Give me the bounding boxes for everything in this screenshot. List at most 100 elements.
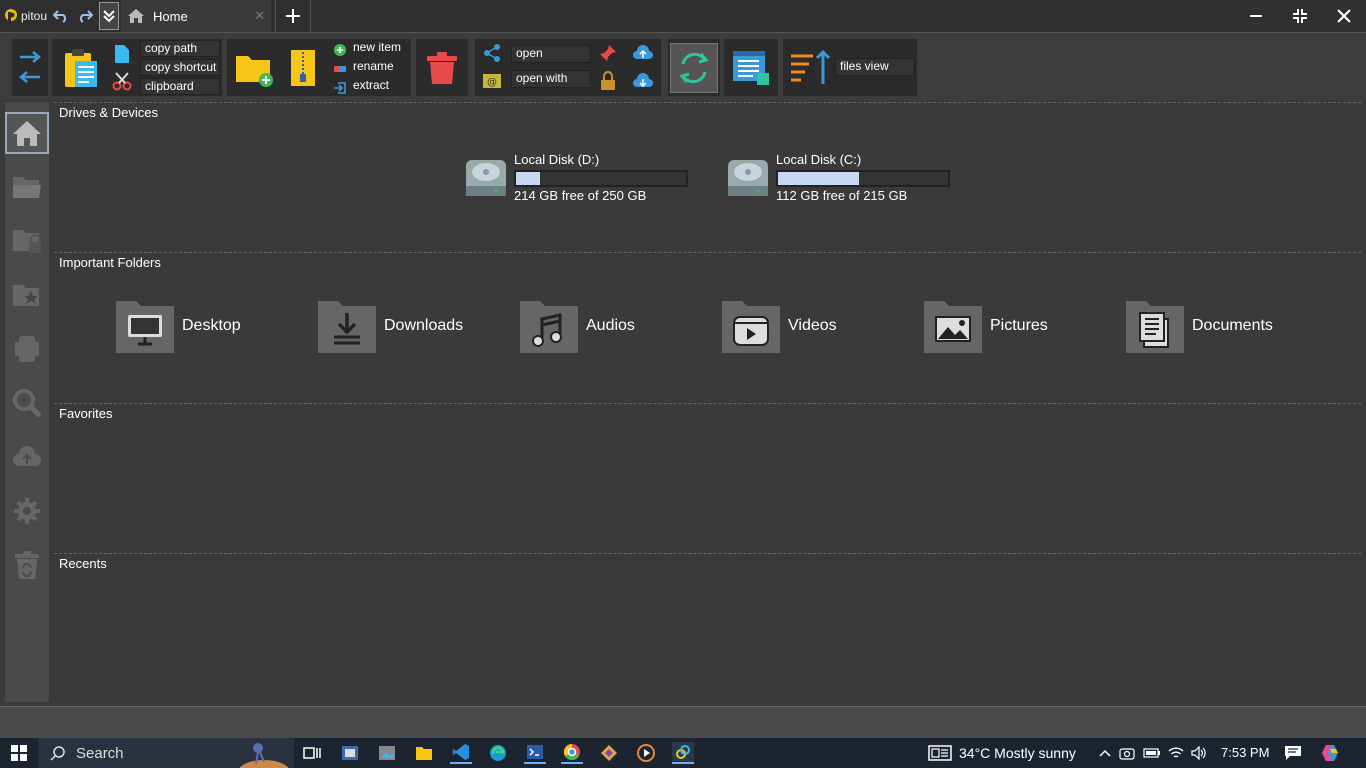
archive-button[interactable] — [283, 45, 323, 91]
open-group: @ open open with — [475, 39, 661, 96]
undo-button[interactable] — [51, 6, 71, 26]
sidebar-item-locked[interactable] — [5, 220, 49, 262]
folder-documents[interactable]: Documents — [1124, 296, 1273, 356]
tab-home[interactable]: Home ✕ — [121, 0, 272, 32]
drive-c[interactable]: Local Disk (C:) 112 GB free of 215 GB — [726, 152, 966, 212]
new-folder-button[interactable] — [233, 45, 275, 91]
plus-icon — [286, 9, 301, 23]
folder-label: Audios — [586, 317, 635, 334]
open-button[interactable]: open — [511, 45, 591, 63]
speaker-icon — [1191, 746, 1206, 760]
section-divider — [54, 102, 1361, 103]
clock-time[interactable]: 7:53 PM — [1221, 745, 1269, 760]
hard-drive-icon — [728, 160, 768, 196]
taskbar-pitou[interactable] — [672, 742, 694, 764]
taskbar-app-2[interactable] — [376, 742, 398, 764]
pin-button[interactable] — [595, 41, 621, 65]
taskbar-search[interactable]: Search — [38, 738, 294, 768]
taskbar-edge[interactable] — [487, 742, 509, 764]
taskbar-app-1[interactable] — [339, 742, 361, 764]
drive-d[interactable]: Local Disk (D:) 214 GB free of 250 GB — [464, 152, 704, 212]
paste-button[interactable] — [60, 45, 102, 91]
cloud-upload-button[interactable] — [629, 41, 657, 65]
sidebar-item-favorites[interactable] — [5, 274, 49, 316]
view-group: files view — [783, 39, 917, 96]
clipboard-button[interactable]: clipboard — [140, 78, 220, 95]
tray-wifi[interactable] — [1165, 742, 1187, 764]
cloud-download-icon — [633, 73, 653, 88]
sidebar-item-folders[interactable] — [5, 166, 49, 208]
minimize-button[interactable] — [1234, 0, 1278, 32]
link-app-icon — [676, 745, 690, 759]
drive-free-space: 112 GB free of 215 GB — [776, 188, 908, 203]
sidebar-item-search[interactable] — [5, 382, 49, 424]
task-view-button[interactable] — [301, 742, 323, 764]
cloud-download-button[interactable] — [629, 69, 657, 93]
weather-text[interactable]: 34°C Mostly sunny — [959, 745, 1076, 761]
rename-button[interactable]: rename — [349, 59, 407, 76]
share-button[interactable] — [479, 41, 505, 65]
camera-icon — [1119, 748, 1135, 760]
chrome-browser-icon — [563, 743, 580, 761]
notifications-button[interactable] — [1282, 742, 1304, 764]
files-view-button[interactable]: files view — [835, 58, 915, 76]
taskbar-media-player[interactable] — [635, 742, 657, 764]
copy-path-button[interactable]: copy path — [140, 40, 220, 57]
folder-pictures[interactable]: Pictures — [922, 296, 1048, 356]
folder-videos[interactable]: Videos — [720, 296, 837, 356]
taskbar-chrome[interactable] — [561, 742, 583, 764]
lock-icon — [601, 71, 615, 90]
copilot-button[interactable] — [1320, 742, 1342, 764]
restore-button[interactable] — [1278, 0, 1322, 32]
taskbar-app-git[interactable] — [598, 742, 620, 764]
sidebar-item-cloud[interactable] — [5, 436, 49, 478]
folder-downloads[interactable]: Downloads — [316, 296, 463, 356]
email-button[interactable]: @ — [479, 69, 505, 93]
sidebar-item-settings[interactable] — [5, 490, 49, 532]
sidebar-item-devices[interactable] — [5, 328, 49, 370]
edge-browser-icon — [490, 745, 506, 761]
cut-button[interactable] — [110, 70, 134, 92]
play-circle-icon — [637, 744, 655, 762]
taskbar-terminal[interactable] — [524, 742, 546, 764]
delete-button[interactable] — [422, 45, 462, 91]
tray-overflow-button[interactable] — [1094, 742, 1116, 764]
close-button[interactable] — [1322, 0, 1366, 32]
taskbar-file-explorer[interactable] — [413, 742, 435, 764]
folder-desktop[interactable]: Desktop — [114, 296, 241, 356]
properties-button[interactable] — [728, 43, 774, 93]
new-tab-button[interactable] — [275, 0, 312, 32]
tab-close-icon[interactable]: ✕ — [254, 8, 265, 24]
copy-file-icon — [115, 45, 129, 63]
battery-icon — [1143, 748, 1160, 758]
tray-camera[interactable] — [1116, 742, 1138, 764]
refresh-button[interactable] — [670, 43, 718, 93]
sidebar-item-home[interactable] — [5, 112, 49, 154]
new-item-button[interactable]: new item — [349, 40, 407, 57]
zip-archive-icon — [291, 50, 315, 86]
vscode-icon — [453, 744, 469, 760]
taskbar-vscode[interactable] — [450, 742, 472, 764]
redo-button[interactable] — [75, 6, 95, 26]
delete-group — [416, 39, 468, 96]
home-icon — [128, 9, 145, 23]
sort-button[interactable] — [785, 43, 835, 93]
open-with-button[interactable]: open with — [511, 70, 591, 88]
toolbar-collapse-button[interactable] — [99, 2, 120, 30]
documents-folder-icon — [1126, 301, 1184, 353]
home-icon — [13, 121, 41, 146]
move-button[interactable] — [16, 43, 44, 91]
copy-button[interactable] — [110, 43, 134, 65]
tab-label: Home — [153, 8, 188, 24]
lock-button[interactable] — [595, 69, 621, 93]
extract-button[interactable]: extract — [349, 78, 407, 95]
start-button[interactable] — [8, 742, 30, 764]
section-title-drives: Drives & Devices — [59, 105, 158, 120]
folder-icon — [416, 747, 432, 760]
copy-shortcut-button[interactable]: copy shortcut — [140, 59, 220, 76]
sidebar-item-recycle[interactable] — [5, 544, 49, 586]
restore-icon — [1293, 9, 1307, 23]
folder-audios[interactable]: Audios — [518, 296, 635, 356]
tray-volume[interactable] — [1188, 742, 1210, 764]
tray-battery[interactable] — [1141, 742, 1163, 764]
